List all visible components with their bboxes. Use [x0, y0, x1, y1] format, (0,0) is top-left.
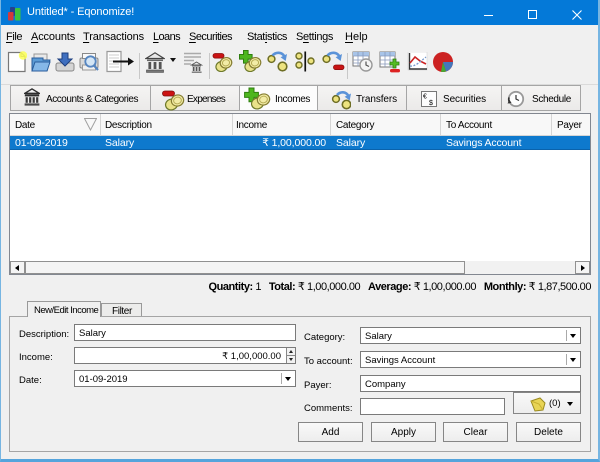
svg-text:€: € [423, 94, 427, 101]
svg-text:$: $ [429, 100, 433, 107]
